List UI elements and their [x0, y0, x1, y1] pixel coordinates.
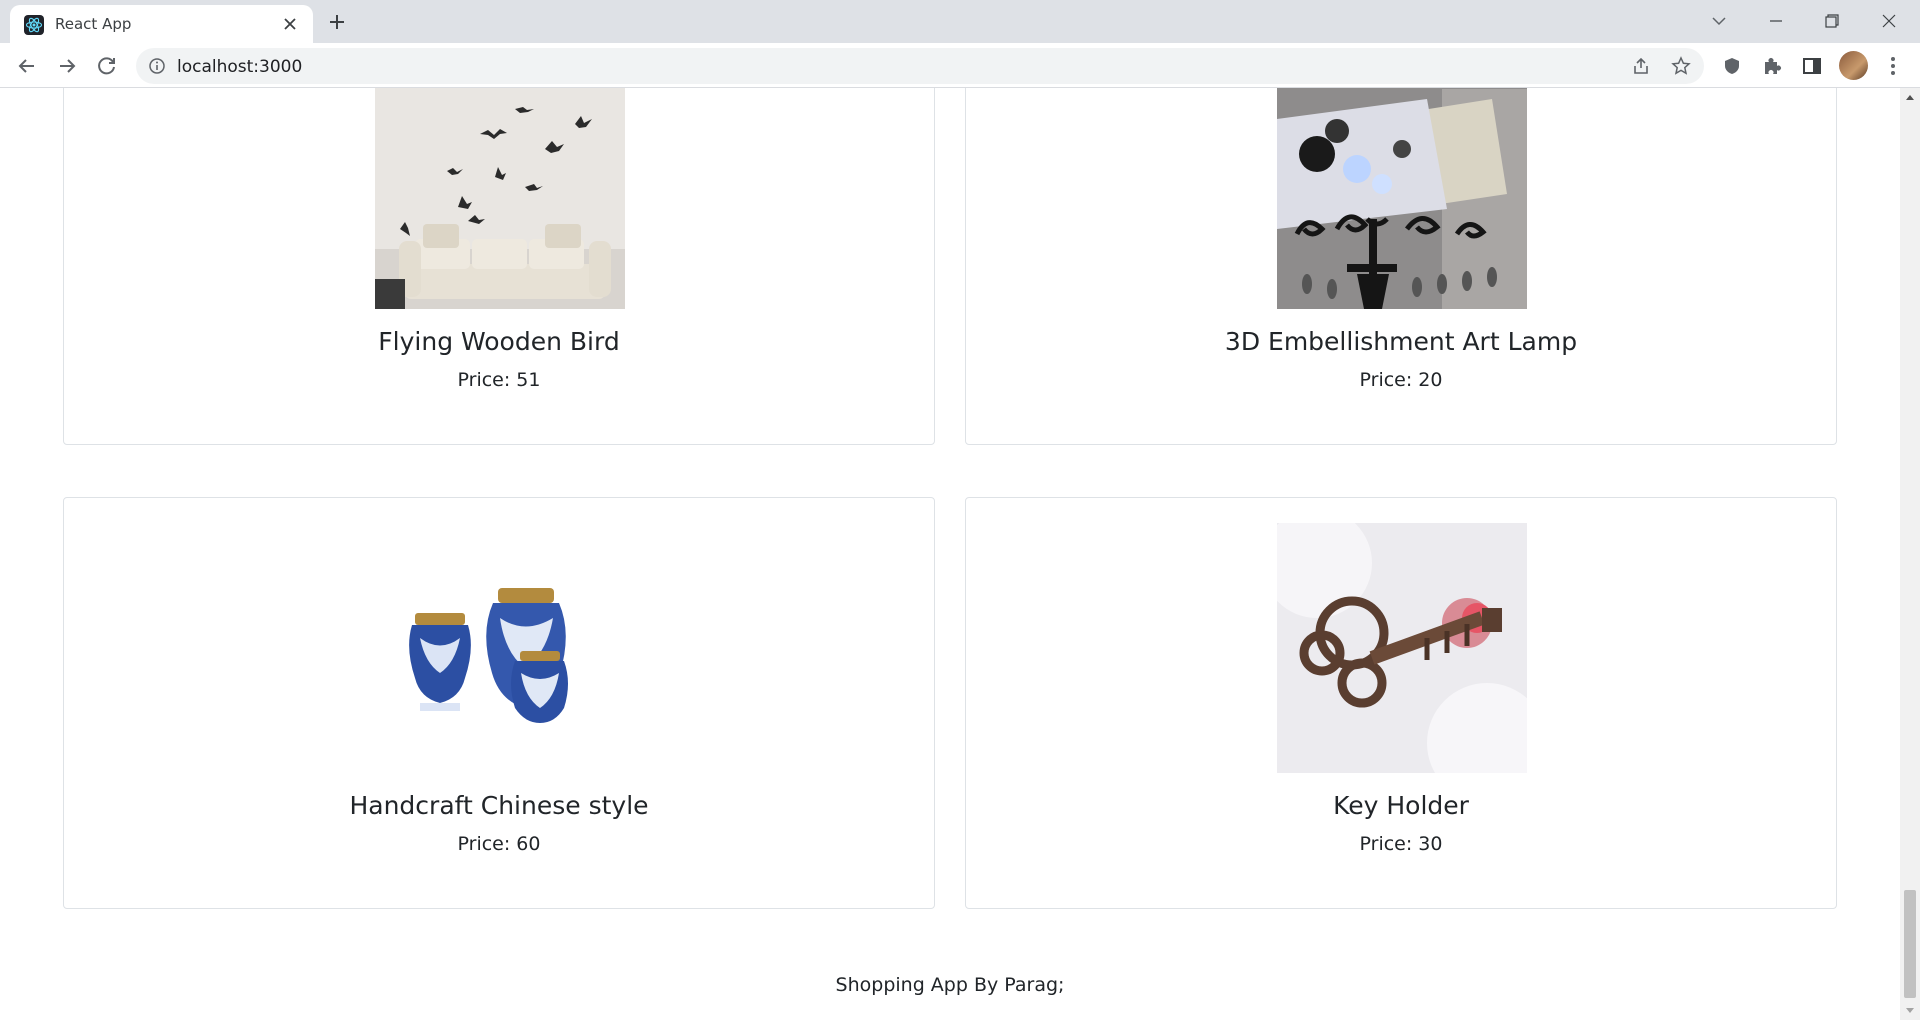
restore-icon[interactable]	[1819, 8, 1845, 34]
product-image	[1277, 88, 1527, 309]
scroll-thumb[interactable]	[1904, 890, 1916, 998]
product-name: Flying Wooden Bird	[378, 327, 620, 356]
puzzle-icon[interactable]	[1759, 53, 1785, 79]
product-price: Price: 51	[457, 369, 541, 391]
react-logo-icon	[24, 15, 44, 35]
avatar[interactable]	[1839, 51, 1868, 80]
plus-icon[interactable]	[325, 10, 349, 34]
tab-title: React App	[55, 15, 132, 33]
info-icon[interactable]	[148, 57, 166, 75]
product-image	[375, 88, 625, 309]
browser-toolbar: localhost:3000	[0, 43, 1920, 88]
back-arrow-icon[interactable]	[14, 53, 40, 79]
product-name: 3D Embellishment Art Lamp	[1224, 327, 1578, 356]
minimize-icon[interactable]	[1763, 8, 1789, 34]
product-image	[375, 523, 625, 773]
shield-icon[interactable]	[1719, 53, 1745, 79]
share-icon[interactable]	[1631, 56, 1651, 76]
product-card[interactable]: Flying Wooden Bird Price: 51	[63, 88, 935, 445]
product-image	[1277, 523, 1527, 773]
reload-icon[interactable]	[94, 53, 120, 79]
address-bar[interactable]: localhost:3000	[136, 48, 1704, 84]
product-card[interactable]: 3D Embellishment Art Lamp Price: 20	[965, 88, 1837, 445]
product-name: Key Holder	[1333, 791, 1469, 820]
product-price: Price: 20	[1359, 369, 1443, 391]
footer-text: Shopping App By Parag;	[835, 974, 1065, 996]
side-panel-icon[interactable]	[1799, 53, 1825, 79]
window-close-icon[interactable]	[1876, 8, 1902, 34]
product-card[interactable]: Key Holder Price: 30	[965, 497, 1837, 909]
star-icon[interactable]	[1671, 56, 1691, 76]
page-scrollbar[interactable]	[1900, 88, 1920, 1020]
product-price: Price: 30	[1359, 833, 1443, 855]
product-card[interactable]: Handcraft Chinese style Price: 60	[63, 497, 935, 909]
browser-tabstrip: React App	[0, 0, 1920, 43]
forward-arrow-icon[interactable]	[54, 53, 80, 79]
url-text: localhost:3000	[177, 57, 303, 77]
product-name: Handcraft Chinese style	[349, 791, 649, 820]
kebab-menu-icon[interactable]	[1880, 53, 1906, 79]
scroll-down-arrow-icon[interactable]	[1900, 1000, 1920, 1020]
chevron-down-icon[interactable]	[1706, 8, 1732, 34]
product-price: Price: 60	[457, 833, 541, 855]
browser-tab[interactable]: React App	[10, 5, 313, 43]
page-viewport: Flying Wooden Bird Price: 51 3D Embellis…	[0, 88, 1900, 1020]
scroll-up-arrow-icon[interactable]	[1900, 88, 1920, 108]
close-icon[interactable]	[280, 14, 300, 34]
